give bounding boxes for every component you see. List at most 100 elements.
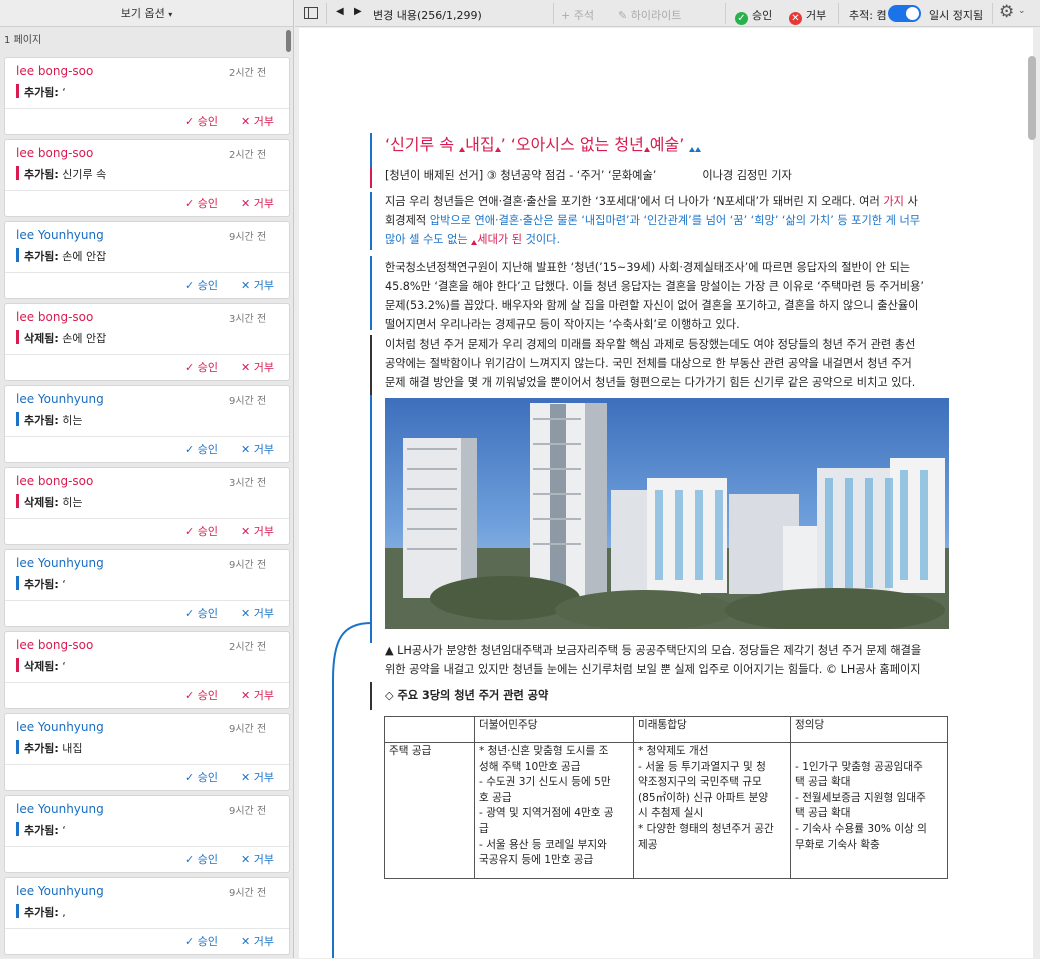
card-accept-button[interactable]: ✓ 승인 [185, 605, 218, 621]
card-accept-button[interactable]: ✓ 승인 [185, 523, 218, 539]
card-accept-button[interactable]: ✓ 승인 [185, 441, 218, 457]
previous-change-button[interactable]: ◀ [336, 6, 344, 17]
card-change-text: 추가됨: 신기루 속 [24, 168, 107, 181]
card-change-bar [16, 822, 19, 836]
card-change-bar [16, 248, 19, 262]
track-changes-toolbar: ◀ ▶ 변경 내용(256/1,299) + 주석 ✎ 하이라이트 ✓ 승인 ✕ 거… [295, 0, 1040, 27]
card-author: lee bong-soo [16, 310, 94, 324]
highlight-label: 하이라이트 [630, 9, 682, 22]
card-reject-button[interactable]: ✕ 거부 [241, 687, 274, 703]
page-label: 1 페이지 [4, 35, 42, 46]
card-change-bar [16, 166, 19, 180]
card-divider [5, 600, 289, 601]
change-card[interactable]: lee bong-soo 3시간 전 삭제됨: 히는 ✓ 승인 ✕ 거부 [4, 467, 290, 545]
table-cell: * 청년·신혼 맞춤형 도시를 조 성해 주택 10만호 공급 - 수도권 3기 신… [474, 742, 634, 879]
card-author: lee bong-soo [16, 146, 94, 160]
change-marker[interactable] [695, 147, 702, 152]
table-header-cell: 더불어민주당 [474, 716, 634, 743]
sidebar-scrollbar[interactable] [286, 30, 291, 52]
article-subtitle[interactable]: [청년이 배제된 선거] ③ 청년공약 점검 - ‘주거’ ‘문화예술’ 이나경 … [385, 166, 792, 185]
plus-icon: + [561, 9, 574, 22]
change-card[interactable]: lee Younhyung 9시간 전 추가됨: 히는 ✓ 승인 ✕ 거부 [4, 385, 290, 463]
card-accept-button[interactable]: ✓ 승인 [185, 851, 218, 867]
change-card[interactable]: lee Younhyung 9시간 전 추가됨: ‘ ✓ 승인 ✕ 거부 [4, 549, 290, 627]
card-change-text: 추가됨: ‘ [24, 86, 66, 99]
add-comment-button[interactable]: + 주석 [561, 7, 594, 23]
paragraph-2[interactable]: 한국청소년정책연구원이 지난해 발표한 ‘청년(’15~39세) 사회·경제실태… [385, 258, 953, 334]
card-change-text: 추가됨: ‘ [24, 824, 66, 837]
chevron-down-icon[interactable]: ⌄ [1018, 6, 1026, 16]
sidebar-toggle-icon[interactable] [304, 7, 318, 19]
card-reject-button[interactable]: ✕ 거부 [241, 277, 274, 293]
change-bar [370, 133, 372, 167]
card-author: lee Younhyung [16, 884, 104, 898]
change-card[interactable]: lee Younhyung 9시간 전 추가됨: 내집 ✓ 승인 ✕ 거부 [4, 713, 290, 791]
card-reject-button[interactable]: ✕ 거부 [241, 195, 274, 211]
change-card[interactable]: lee bong-soo 2시간 전 추가됨: 신기루 속 ✓ 승인 ✕ 거부 [4, 139, 290, 217]
change-card[interactable]: lee Younhyung 9시간 전 추가됨: ‘ ✓ 승인 ✕ 거부 [4, 795, 290, 873]
photo-caption[interactable]: ▲ LH공사가 분양한 청년임대주택과 보금자리주택 등 공공주택단지의 모습.… [385, 641, 953, 679]
paragraph-3[interactable]: 이처럼 청년 주거 문제가 우리 경제의 미래를 좌우할 핵심 과제로 등장했는… [385, 335, 953, 392]
accept-label: 승인 [752, 9, 773, 22]
article-title[interactable]: ‘신기루 속 내집’ ‘오아시스 없는 청년 예술’ [385, 133, 702, 157]
x-icon: ✕ [241, 935, 254, 948]
chevron-down-icon: ▾ [168, 10, 173, 19]
card-accept-button[interactable]: ✓ 승인 [185, 277, 218, 293]
card-change-bar [16, 494, 19, 508]
x-icon: ✕ [241, 279, 254, 292]
change-bar [370, 335, 372, 395]
card-change-bar [16, 84, 19, 98]
section-heading[interactable]: ◇ 주요 3당의 청년 주거 관련 공약 [385, 686, 548, 705]
change-card[interactable]: lee Younhyung 9시간 전 추가됨: 손에 안잡 ✓ 승인 ✕ 거부 [4, 221, 290, 299]
card-reject-button[interactable]: ✕ 거부 [241, 605, 274, 621]
next-change-button[interactable]: ▶ [354, 6, 362, 17]
card-reject-button[interactable]: ✕ 거부 [241, 523, 274, 539]
card-time: 2시간 전 [229, 68, 267, 79]
card-time: 9시간 전 [229, 888, 267, 899]
change-card[interactable]: lee bong-soo 2시간 전 삭제됨: ‘ ✓ 승인 ✕ 거부 [4, 631, 290, 709]
card-reject-button[interactable]: ✕ 거부 [241, 769, 274, 785]
tracking-label: 추적: 켬 [849, 9, 887, 22]
change-card[interactable]: lee bong-soo 2시간 전 추가됨: ‘ ✓ 승인 ✕ 거부 [4, 57, 290, 135]
paragraph-1[interactable]: 지금 우리 청년들은 연애·결혼·출산을 포기한 ‘3포세대’에서 더 나아가 … [385, 192, 953, 249]
card-change-text: 삭제됨: 손에 안잡 [24, 332, 107, 345]
card-change-text: 추가됨: 히는 [24, 414, 83, 427]
card-time: 2시간 전 [229, 642, 267, 653]
highlight-button[interactable]: ✎ 하이라이트 [618, 7, 681, 23]
party-pledge-table[interactable]: 더불어민주당 미래통합당 정의당 주택 공급 * 청년·신혼 맞춤형 도시를 조… [384, 716, 948, 879]
card-divider [5, 928, 289, 929]
check-icon: ✓ [185, 443, 198, 456]
table-header-cell [384, 716, 475, 743]
document-scrollbar[interactable] [1028, 56, 1036, 140]
card-accept-button[interactable]: ✓ 승인 [185, 687, 218, 703]
reject-button[interactable]: ✕ 거부 [789, 7, 826, 25]
card-accept-button[interactable]: ✓ 승인 [185, 933, 218, 949]
card-reject-button[interactable]: ✕ 거부 [241, 851, 274, 867]
card-reject-button[interactable]: ✕ 거부 [241, 933, 274, 949]
card-time: 9시간 전 [229, 806, 267, 817]
change-bar [370, 167, 372, 188]
card-accept-button[interactable]: ✓ 승인 [185, 769, 218, 785]
card-change-text: 삭제됨: 히는 [24, 496, 83, 509]
tracking-toggle[interactable] [888, 5, 921, 22]
change-counter: 변경 내용(256/1,299) [373, 9, 482, 22]
card-accept-button[interactable]: ✓ 승인 [185, 113, 218, 129]
card-change-bar [16, 904, 19, 918]
table-header-cell: 미래통합당 [633, 716, 791, 743]
change-card[interactable]: lee bong-soo 3시간 전 삭제됨: 손에 안잡 ✓ 승인 ✕ 거부 [4, 303, 290, 381]
table-row-label: 주택 공급 [384, 742, 475, 879]
accept-button[interactable]: ✓ 승인 [735, 7, 772, 25]
card-reject-button[interactable]: ✕ 거부 [241, 359, 274, 375]
table-cell: * 청약제도 개선 - 서울 등 투기과열지구 및 청 약조정지구의 국민주택 규모… [633, 742, 791, 879]
card-reject-button[interactable]: ✕ 거부 [241, 113, 274, 129]
change-card-list: lee bong-soo 2시간 전 추가됨: ‘✓ 승인 ✕ 거부 lee bong-… [4, 57, 290, 959]
change-card[interactable]: lee Younhyung 9시간 전 추가됨: , ✓ 승인 ✕ 거부 [4, 877, 290, 955]
card-change-bar [16, 412, 19, 426]
gear-icon[interactable]: ⚙ [999, 2, 1014, 22]
apartment-complex-photo[interactable] [385, 398, 949, 629]
card-accept-button[interactable]: ✓ 승인 [185, 195, 218, 211]
view-options-button[interactable]: 보기 옵션 ▾ [0, 0, 293, 27]
card-accept-button[interactable]: ✓ 승인 [185, 359, 218, 375]
review-sidebar: 보기 옵션 ▾ 1 페이지 lee bong-soo 2시간 전 추가됨: ‘✓ 승… [0, 0, 294, 958]
card-reject-button[interactable]: ✕ 거부 [241, 441, 274, 457]
